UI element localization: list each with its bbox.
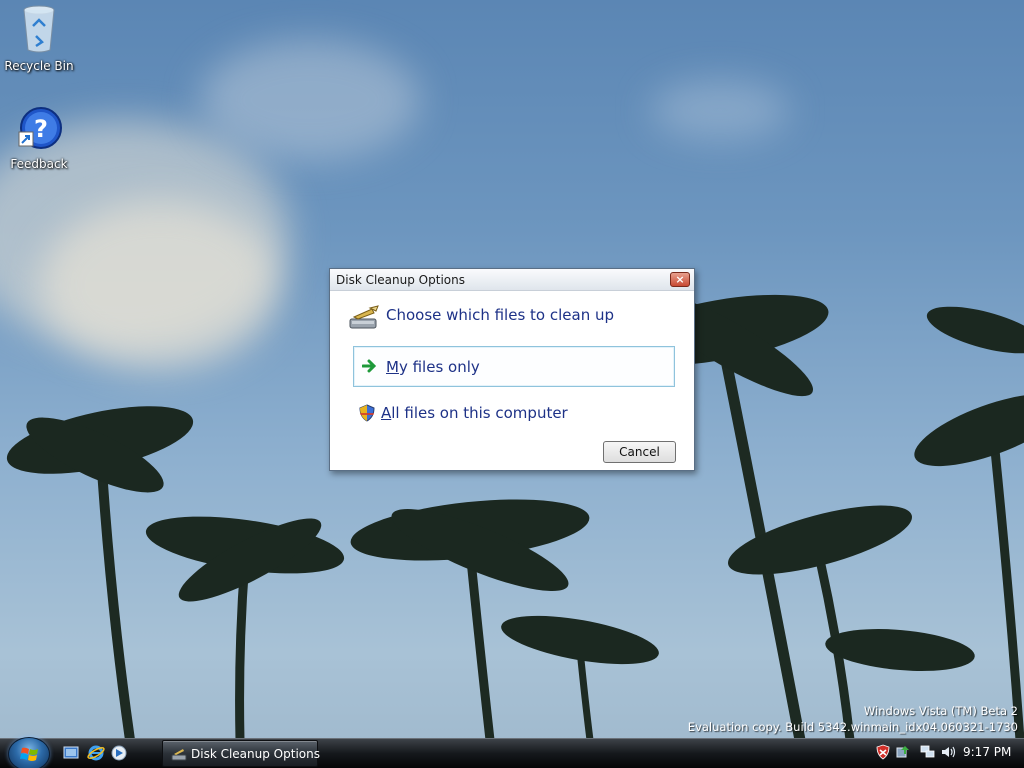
desktop-icon-label: Recycle Bin (4, 59, 74, 73)
green-arrow-icon (362, 359, 377, 373)
my-files-only-label: My files only (386, 358, 480, 376)
watermark-line1: Windows Vista (TM) Beta 2 (863, 704, 1018, 718)
desktop-icon-recycle-bin[interactable]: Recycle Bin (1, 2, 77, 73)
windows-logo-icon (20, 747, 38, 761)
switch-windows-icon[interactable] (110, 744, 128, 762)
clock[interactable]: 9:17 PM (963, 745, 1011, 759)
dialog-titlebar[interactable]: Disk Cleanup Options × (330, 269, 694, 291)
disk-cleanup-options-dialog: Disk Cleanup Options × Choose which file… (329, 268, 695, 471)
all-files-label: All files on this computer (381, 404, 568, 422)
start-button[interactable] (8, 737, 50, 768)
accelerator-key: M (386, 358, 399, 376)
desktop-icon-label: Feedback (10, 157, 68, 171)
network-icon[interactable] (920, 744, 936, 760)
update-icon[interactable] (895, 744, 911, 760)
close-icon: × (675, 273, 685, 286)
option-text: y files only (398, 358, 480, 376)
show-desktop-icon[interactable] (62, 744, 80, 762)
disk-cleanup-icon (349, 305, 379, 329)
help-question-icon: ? (18, 107, 62, 149)
svg-text:?: ? (34, 115, 48, 143)
option-text: ll files on this computer (391, 404, 568, 422)
all-files-option[interactable]: All files on this computer (353, 393, 675, 434)
watermark-line2: Evaluation copy. Build 5342.winmain_idx0… (687, 720, 1018, 734)
accelerator-key: A (381, 404, 392, 422)
desktop-icon-feedback[interactable]: ? Feedback (1, 106, 77, 171)
volume-icon[interactable] (940, 744, 956, 760)
cancel-button[interactable]: Cancel (603, 441, 676, 463)
close-button[interactable]: × (670, 272, 690, 287)
taskbar (0, 738, 1024, 768)
dialog-title: Disk Cleanup Options (336, 273, 465, 287)
dialog-heading: Choose which files to clean up (386, 306, 615, 324)
disk-cleanup-icon (171, 749, 187, 761)
security-alert-icon[interactable] (875, 744, 891, 760)
internet-explorer-icon[interactable] (87, 744, 105, 762)
taskbar-button-label: Disk Cleanup Options (191, 747, 320, 761)
uac-shield-icon (359, 404, 375, 422)
taskbar-button-disk-cleanup[interactable]: Disk Cleanup Options (162, 740, 320, 767)
my-files-only-option[interactable]: My files only (353, 346, 675, 387)
recycle-bin-icon (23, 5, 55, 53)
